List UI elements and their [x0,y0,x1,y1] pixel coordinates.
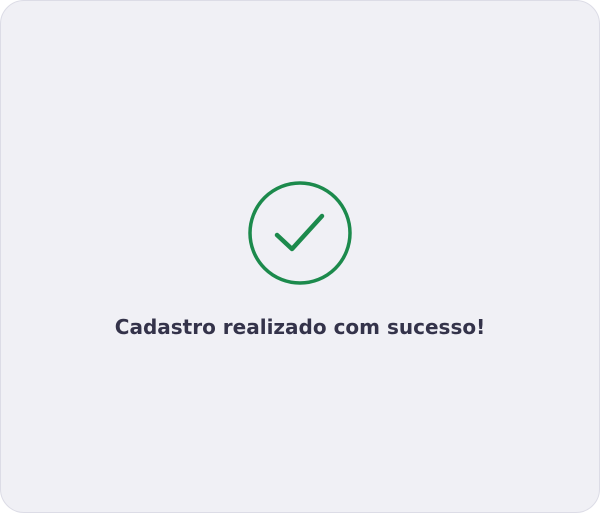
success-message: Cadastro realizado com sucesso! [114,315,486,339]
success-panel: Cadastro realizado com sucesso! [0,0,600,513]
check-circle-icon [248,181,352,285]
